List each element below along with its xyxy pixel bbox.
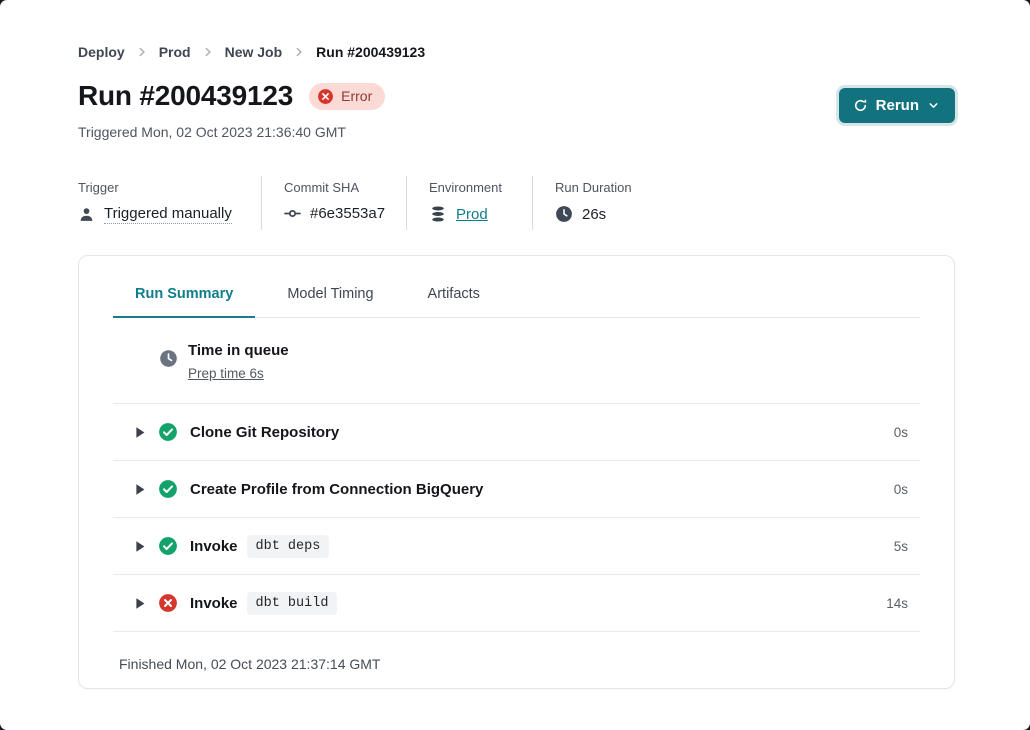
database-icon [429, 205, 447, 223]
meta-item-run-duration: Run Duration 26s [533, 176, 632, 230]
queue-title: Time in queue [188, 342, 289, 359]
success-check-icon [158, 536, 178, 556]
step-label: Invoke [190, 538, 238, 555]
step-row[interactable]: Invoke dbt deps 5s [113, 518, 920, 575]
meta-item-trigger: Trigger Triggered manually [78, 176, 262, 230]
breadcrumb: Deploy Prod New Job Run #200439123 [78, 0, 955, 60]
step-duration: 5s [894, 539, 908, 554]
step-row[interactable]: Clone Git Repository 0s [113, 404, 920, 461]
meta-value[interactable]: Prod [456, 206, 488, 223]
step-label: Create Profile from Connection BigQuery [190, 481, 483, 498]
meta-item-commit-sha: Commit SHA #6e3553a7 [262, 176, 407, 230]
error-circle-icon [317, 88, 334, 105]
queue-clock-icon [159, 349, 178, 383]
step-row[interactable]: Create Profile from Connection BigQuery 0… [113, 461, 920, 518]
chevron-right-icon [292, 45, 306, 59]
rerun-button[interactable]: Rerun [839, 88, 955, 123]
step-row[interactable]: Invoke dbt build 14s [113, 575, 920, 632]
run-summary-card: Run Summary Model Timing Artifacts Time in… [78, 255, 955, 689]
card-footer: Finished Mon, 02 Oct 2023 21:37:14 GMT [113, 632, 920, 672]
finished-timestamp: Finished Mon, 02 Oct 2023 21:37:14 GMT [113, 656, 920, 672]
run-detail-page: Deploy Prod New Job Run #200439123 Run #200… [0, 0, 1030, 730]
meta-label: Run Duration [555, 180, 632, 195]
chevron-right-icon [135, 45, 149, 59]
breadcrumb-item-new-job[interactable]: New Job [225, 44, 283, 60]
status-badge-label: Error [341, 88, 372, 104]
breadcrumb-item-deploy[interactable]: Deploy [78, 44, 125, 60]
success-check-icon [158, 479, 178, 499]
expand-caret-icon[interactable] [135, 540, 147, 553]
prep-time-link[interactable]: Prep time 6s [188, 366, 264, 381]
clock-icon [555, 205, 573, 223]
meta-label: Commit SHA [284, 180, 406, 195]
tab-model-timing[interactable]: Model Timing [265, 286, 395, 318]
meta-value: 26s [582, 206, 606, 223]
error-x-icon [158, 593, 178, 613]
step-label: Invoke [190, 595, 238, 612]
step-command: dbt build [247, 592, 338, 615]
commit-icon [284, 205, 301, 222]
time-in-queue-section: Time in queue Prep time 6s [113, 342, 920, 404]
tab-run-summary[interactable]: Run Summary [113, 286, 255, 318]
expand-caret-icon[interactable] [135, 483, 147, 496]
step-command: dbt deps [247, 535, 330, 558]
meta-value[interactable]: Triggered manually [104, 205, 232, 224]
step-list: Clone Git Repository0sCreate Profile fro… [79, 404, 954, 632]
tab-artifacts[interactable]: Artifacts [406, 286, 502, 318]
step-label: Clone Git Repository [190, 424, 339, 441]
success-check-icon [158, 422, 178, 442]
meta-label: Environment [429, 180, 532, 195]
tab-bar: Run Summary Model Timing Artifacts [113, 256, 920, 318]
step-duration: 14s [886, 596, 908, 611]
chevron-down-icon[interactable] [927, 99, 940, 112]
breadcrumb-item-prod[interactable]: Prod [159, 44, 191, 60]
meta-value: #6e3553a7 [310, 205, 385, 222]
header: Run #200439123 Error Triggered Mon, 02 O… [78, 80, 955, 140]
rerun-button-label: Rerun [876, 97, 919, 114]
expand-caret-icon[interactable] [135, 426, 147, 439]
chevron-right-icon [201, 45, 215, 59]
refresh-icon [853, 98, 868, 113]
step-duration: 0s [894, 425, 908, 440]
step-duration: 0s [894, 482, 908, 497]
run-metadata: Trigger Triggered manually Commit SHA #6e35… [78, 176, 955, 230]
meta-label: Trigger [78, 180, 261, 195]
triggered-timestamp: Triggered Mon, 02 Oct 2023 21:36:40 GMT [78, 124, 385, 140]
page-title: Run #200439123 [78, 80, 293, 112]
person-icon [78, 206, 95, 223]
meta-item-environment: Environment Prod [407, 176, 533, 230]
expand-caret-icon[interactable] [135, 597, 147, 610]
status-badge: Error [309, 83, 385, 110]
breadcrumb-item-run-200439123: Run #200439123 [316, 44, 425, 60]
